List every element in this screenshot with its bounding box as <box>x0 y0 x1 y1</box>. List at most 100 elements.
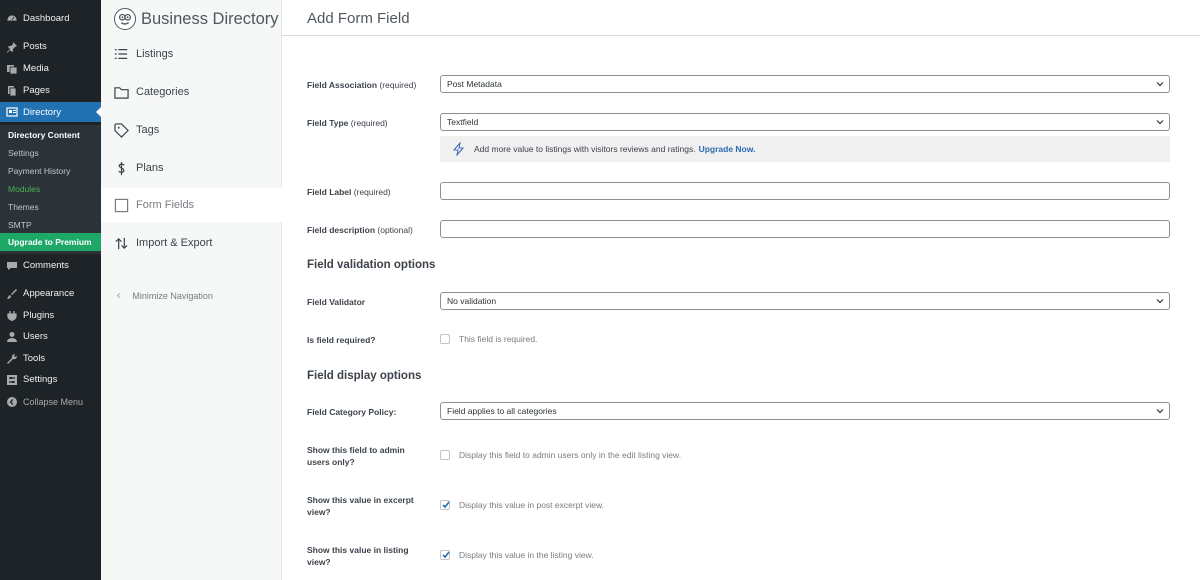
comment-icon <box>6 260 18 272</box>
is-required-label: Is field required? <box>307 335 376 345</box>
required-note: (required) <box>350 118 388 128</box>
wp-menu-label: Appearance <box>23 288 75 299</box>
wp-menu-appearance[interactable]: Appearance <box>0 283 101 304</box>
excerpt-row: Display this value in post excerpt view. <box>440 500 604 510</box>
field-type-select[interactable]: Textfield <box>440 113 1170 131</box>
listing-view-checkbox[interactable] <box>440 550 450 560</box>
select-value: Field applies to all categories <box>447 406 557 416</box>
wp-menu-comments[interactable]: Comments <box>0 255 101 276</box>
nav-listings[interactable]: Listings <box>101 37 282 71</box>
wp-menu-pages[interactable]: Pages <box>0 80 101 101</box>
wp-menu-label: Collapse Menu <box>23 396 84 407</box>
listing-view-label: Show this value in listing view? <box>307 545 409 567</box>
wp-menu-label: Media <box>23 63 49 74</box>
admin-only-checkbox[interactable] <box>440 450 450 460</box>
checkmark-icon <box>442 551 450 559</box>
user-icon <box>6 331 18 343</box>
is-required-checkbox[interactable] <box>440 334 450 344</box>
wp-menu-label: Settings <box>23 374 58 385</box>
brush-icon <box>6 288 18 300</box>
is-required-row: This field is required. <box>440 334 537 344</box>
collapse-icon <box>6 396 18 408</box>
field-description-input[interactable] <box>440 220 1170 238</box>
directory-icon <box>6 106 18 118</box>
main-content: Add Form Field Field Association (requir… <box>282 0 1200 580</box>
category-policy-select[interactable]: Field applies to all categories <box>440 402 1170 420</box>
business-directory-logo-icon <box>114 8 136 30</box>
dashboard-icon <box>6 13 18 25</box>
field-validator-select[interactable]: No validation <box>440 292 1170 310</box>
chevron-down-icon <box>1156 409 1164 414</box>
select-value: Post Metadata <box>447 79 502 89</box>
wp-menu-directory[interactable]: Directory <box>0 102 101 122</box>
chevron-down-icon <box>1156 82 1164 87</box>
checkbox-text: Display this value in the listing view. <box>459 550 594 560</box>
select-value: No validation <box>447 296 497 306</box>
nav-categories[interactable]: Categories <box>101 75 282 109</box>
nav-tags[interactable]: Tags <box>101 113 282 147</box>
excerpt-label: Show this value in excerpt view? <box>307 495 414 517</box>
field-association-label: Field Association (required) <box>307 79 427 91</box>
submenu-payment-history[interactable]: Payment History <box>8 165 70 177</box>
listing-view-row: Display this value in the listing view. <box>440 550 594 560</box>
upgrade-now-link[interactable]: Upgrade Now. <box>699 144 756 154</box>
plugin-brand: Business Directory <box>114 8 279 30</box>
wp-menu-posts[interactable]: Posts <box>0 36 101 57</box>
pin-icon <box>6 41 18 53</box>
form-icon <box>113 197 129 213</box>
wp-menu-tools[interactable]: Tools <box>0 348 101 369</box>
wp-menu-dashboard[interactable]: Dashboard <box>0 8 101 29</box>
nav-label: Categories <box>136 86 190 98</box>
list-icon <box>113 46 129 62</box>
plug-icon <box>6 310 18 322</box>
submenu-themes[interactable]: Themes <box>8 201 39 213</box>
wp-menu-label: Plugins <box>23 310 55 321</box>
plugin-brand-title: Business Directory <box>141 9 279 28</box>
nav-form-fields[interactable]: Form Fields <box>101 188 282 222</box>
wp-menu-users[interactable]: Users <box>0 326 101 347</box>
minimize-navigation-label: Minimize Navigation <box>132 290 213 301</box>
collapse-menu-button[interactable]: Collapse Menu <box>0 391 101 412</box>
wp-menu-label: Comments <box>23 260 69 271</box>
page-title: Add Form Field <box>307 10 410 27</box>
import-export-icon <box>113 235 129 251</box>
pages-icon <box>6 85 18 97</box>
nav-import-export[interactable]: Import & Export <box>101 226 282 260</box>
dollar-icon <box>113 160 129 176</box>
wp-menu-media[interactable]: Media <box>0 58 101 79</box>
field-type-label: Field Type (required) <box>307 117 427 129</box>
submenu-modules[interactable]: Modules <box>8 183 40 195</box>
field-label-input[interactable] <box>440 182 1170 200</box>
checkbox-text: Display this field to admin users only i… <box>459 450 682 460</box>
submenu-smtp[interactable]: SMTP <box>8 219 32 231</box>
wp-menu-label: Pages <box>23 85 50 96</box>
upgrade-to-premium-link[interactable]: Upgrade to Premium <box>0 233 101 251</box>
checkmark-icon <box>442 501 450 509</box>
wp-menu-settings[interactable]: Settings <box>0 369 101 390</box>
notice-text: Add more value to listings with visitors… <box>474 144 696 154</box>
field-association-select[interactable]: Post Metadata <box>440 75 1170 93</box>
wp-menu-plugins[interactable]: Plugins <box>0 305 101 326</box>
wp-menu-label: Tools <box>23 353 46 364</box>
nav-label: Plans <box>136 162 164 174</box>
upgrade-notice: Add more value to listings with visitors… <box>440 136 1170 162</box>
nav-label: Listings <box>136 48 174 60</box>
optional-note: (optional) <box>377 225 413 235</box>
plugin-navigation: Business Directory Listings Categories T… <box>101 0 282 580</box>
page-header: Add Form Field <box>282 0 1200 36</box>
minimize-navigation-button[interactable]: ‹ Minimize Navigation <box>117 290 213 301</box>
nav-label: Import & Export <box>136 237 213 249</box>
nav-plans[interactable]: Plans <box>101 151 282 185</box>
submenu-directory-content[interactable]: Directory Content <box>8 129 80 141</box>
field-description-label: Field description (optional) <box>307 224 427 236</box>
wp-menu-label: Users <box>23 331 48 342</box>
submenu-settings[interactable]: Settings <box>8 147 39 159</box>
folder-icon <box>113 84 129 100</box>
validation-section-heading: Field validation options <box>307 259 436 271</box>
excerpt-checkbox[interactable] <box>440 500 450 510</box>
field-label-label: Field Label (required) <box>307 186 427 198</box>
chevron-down-icon <box>1156 120 1164 125</box>
wp-menu-label: Directory <box>23 106 62 118</box>
chevron-left-icon: ‹ <box>117 290 121 301</box>
category-policy-label: Field Category Policy: <box>307 407 397 417</box>
